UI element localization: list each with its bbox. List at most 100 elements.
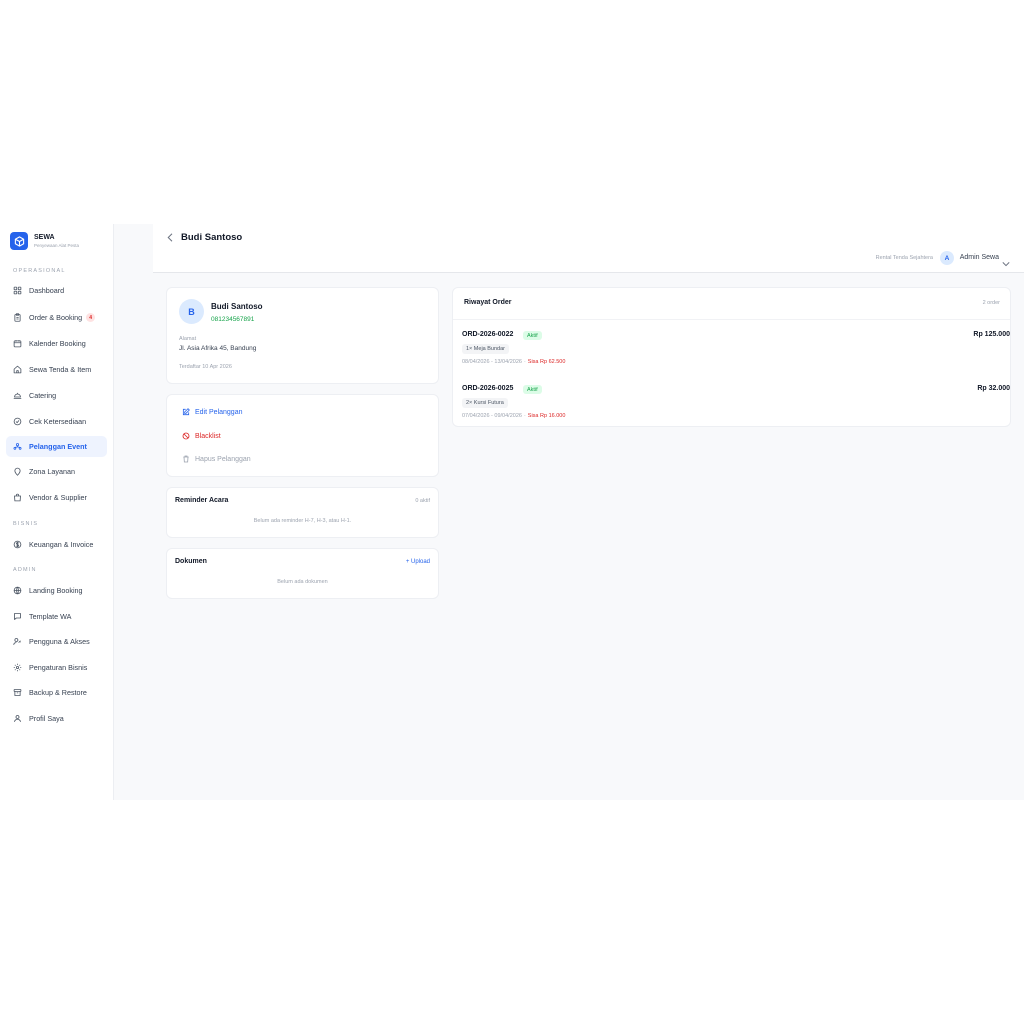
status-badge: Aktif (523, 385, 542, 394)
calendar-icon (13, 339, 22, 348)
order-price: Rp 125.000 (973, 331, 1010, 338)
blacklist-button[interactable]: Blacklist (182, 432, 221, 440)
sidebar-item-backup-restore[interactable]: Backup & Restore (6, 682, 107, 703)
order-count-badge: 4 (86, 313, 96, 322)
tent-icon (13, 365, 22, 374)
top-header: Budi Santoso Rental Tenda Sejahtera A Ad… (153, 224, 1024, 273)
order-row[interactable]: ORD-2026-0025 Aktif Rp 32.000 2× Kursi F… (462, 385, 1010, 431)
back-chevron-icon[interactable] (167, 233, 174, 244)
user-menu-name[interactable]: Admin Sewa (960, 254, 999, 261)
sidebar-item-template-wa[interactable]: Template WA (6, 606, 107, 627)
sidebar-item-zona-layanan[interactable]: Zona Layanan (6, 461, 107, 482)
sidebar-item-label: Profil Saya (29, 714, 64, 723)
reminder-title: Reminder Acara (175, 497, 229, 504)
sidebar-item-landing-booking[interactable]: Landing Booking (6, 580, 107, 601)
order-remaining: Sisa Rp 16.000 (527, 413, 566, 419)
business-name: Rental Tenda Sejahtera (875, 255, 933, 261)
dollar-icon (13, 540, 22, 549)
order-dates: 07/04/2026 - 09/04/2026 · Sisa Rp 16.000 (462, 413, 565, 419)
sidebar-item-label: Catering (29, 391, 57, 400)
sidebar-item-order-booking[interactable]: Order & Booking 4 (6, 307, 107, 328)
sidebar-item-pengaturan-bisnis[interactable]: Pengaturan Bisnis (6, 657, 107, 678)
delete-customer-button[interactable]: Hapus Pelanggan (182, 455, 251, 463)
brand-tagline: Penyewaan Alat Pesta (34, 242, 80, 248)
sidebar-item-vendor-supplier[interactable]: Vendor & Supplier (6, 487, 107, 508)
sidebar-item-label: Pengguna & Akses (29, 637, 90, 646)
map-pin-icon (13, 467, 22, 476)
sidebar-item-kalender-booking[interactable]: Kalender Booking (6, 333, 107, 354)
sidebar-item-label: Pelanggan Event (29, 442, 87, 451)
documents-card: Dokumen + Upload Belum ada dokumen (166, 548, 439, 599)
order-price: Rp 32.000 (977, 385, 1010, 392)
customer-actions-card: Edit Pelanggan Blacklist Hapus Pelanggan (166, 394, 439, 477)
order-item-chip: 2× Kursi Futura (462, 398, 508, 408)
separator-dot: · (523, 359, 526, 365)
sidebar-item-label: Backup & Restore (29, 688, 87, 697)
order-id[interactable]: ORD-2026-0022 (462, 331, 513, 338)
user-avatar[interactable]: A (940, 251, 954, 265)
brand[interactable]: SEWA Penyewaan Alat Pesta (10, 232, 79, 250)
sidebar-item-label: Template WA (29, 612, 72, 621)
sidebar-item-label: Cek Ketersediaan (29, 417, 87, 426)
food-icon (13, 391, 22, 400)
user-icon (13, 714, 22, 723)
customer-avatar: B (179, 299, 204, 324)
sidebar-item-label: Zona Layanan (29, 467, 75, 476)
grid-icon (13, 286, 22, 295)
reminder-count: 0 aktif (415, 498, 430, 504)
box-logo-icon (10, 232, 28, 250)
order-history-header: Riwayat Order 2 order (453, 288, 1010, 320)
brand-name: SEWA (34, 233, 55, 241)
sidebar-item-keuangan-invoice[interactable]: Keuangan & Invoice (6, 534, 107, 555)
customer-address: Jl. Asia Afrika 45, Bandung (179, 345, 257, 352)
sidebar-item-label: Order & Booking (29, 313, 83, 322)
store-icon (13, 493, 22, 502)
order-date-range: 08/04/2026 - 13/04/2026 (462, 359, 522, 365)
reminder-card: Reminder Acara 0 aktif Belum ada reminde… (166, 487, 439, 538)
order-history-title: Riwayat Order (464, 299, 512, 306)
delete-customer-label: Hapus Pelanggan (195, 455, 251, 463)
order-row[interactable]: ORD-2026-0022 Aktif Rp 125.000 1× Meja B… (462, 331, 1010, 377)
section-label-admin: ADMIN (13, 567, 37, 573)
sidebar-item-label: Landing Booking (29, 586, 83, 595)
order-count: 2 order (982, 300, 1000, 306)
message-icon (13, 612, 22, 621)
documents-empty-text: Belum ada dokumen (277, 579, 328, 585)
address-label: Alamat (179, 336, 197, 342)
sidebar-item-label: Kalender Booking (29, 339, 86, 348)
edit-customer-label: Edit Pelanggan (195, 408, 243, 416)
sidebar-item-pelanggan-event[interactable]: Pelanggan Event (6, 436, 107, 457)
chevron-down-icon[interactable] (1002, 254, 1010, 272)
customer-phone[interactable]: 081234567891 (211, 316, 254, 323)
sidebar-item-label: Dashboard (29, 286, 65, 295)
trash-icon (182, 455, 190, 463)
sidebar-item-dashboard[interactable]: Dashboard (6, 280, 107, 301)
registered-date: Terdaftar 10 Apr 2026 (179, 364, 232, 370)
sidebar-item-sewa-tenda[interactable]: Sewa Tenda & Item (6, 359, 107, 380)
section-label-operasional: OPERASIONAL (13, 268, 66, 274)
edit-customer-button[interactable]: Edit Pelanggan (182, 408, 242, 416)
order-remaining: Sisa Rp 62.500 (527, 359, 566, 365)
page-title: Budi Santoso (181, 232, 243, 243)
blacklist-label: Blacklist (195, 432, 221, 440)
sidebar-item-label: Keuangan & Invoice (29, 540, 94, 549)
order-dates: 08/04/2026 - 13/04/2026 · Sisa Rp 62.500 (462, 359, 565, 365)
sidebar-item-catering[interactable]: Catering (6, 385, 107, 406)
documents-title: Dokumen (175, 558, 207, 565)
order-id[interactable]: ORD-2026-0025 (462, 385, 513, 392)
archive-icon (13, 688, 22, 697)
sidebar-item-label: Vendor & Supplier (29, 493, 87, 502)
order-date-range: 07/04/2026 - 09/04/2026 (462, 413, 522, 419)
settings-icon (13, 663, 22, 672)
sidebar-item-cek-ketersediaan[interactable]: Cek Ketersediaan (6, 411, 107, 432)
edit-icon (182, 408, 190, 416)
user-key-icon (13, 637, 22, 646)
ban-icon (182, 432, 190, 440)
users-icon (13, 442, 22, 451)
reminder-empty-text: Belum ada reminder H-7, H-3, atau H-1. (253, 518, 352, 524)
sidebar-item-profil-saya[interactable]: Profil Saya (6, 708, 107, 729)
separator-dot: · (523, 413, 526, 419)
upload-button[interactable]: + Upload (406, 559, 430, 565)
sidebar-item-label: Sewa Tenda & Item (29, 365, 92, 374)
sidebar-item-pengguna-akses[interactable]: Pengguna & Akses (6, 631, 107, 652)
